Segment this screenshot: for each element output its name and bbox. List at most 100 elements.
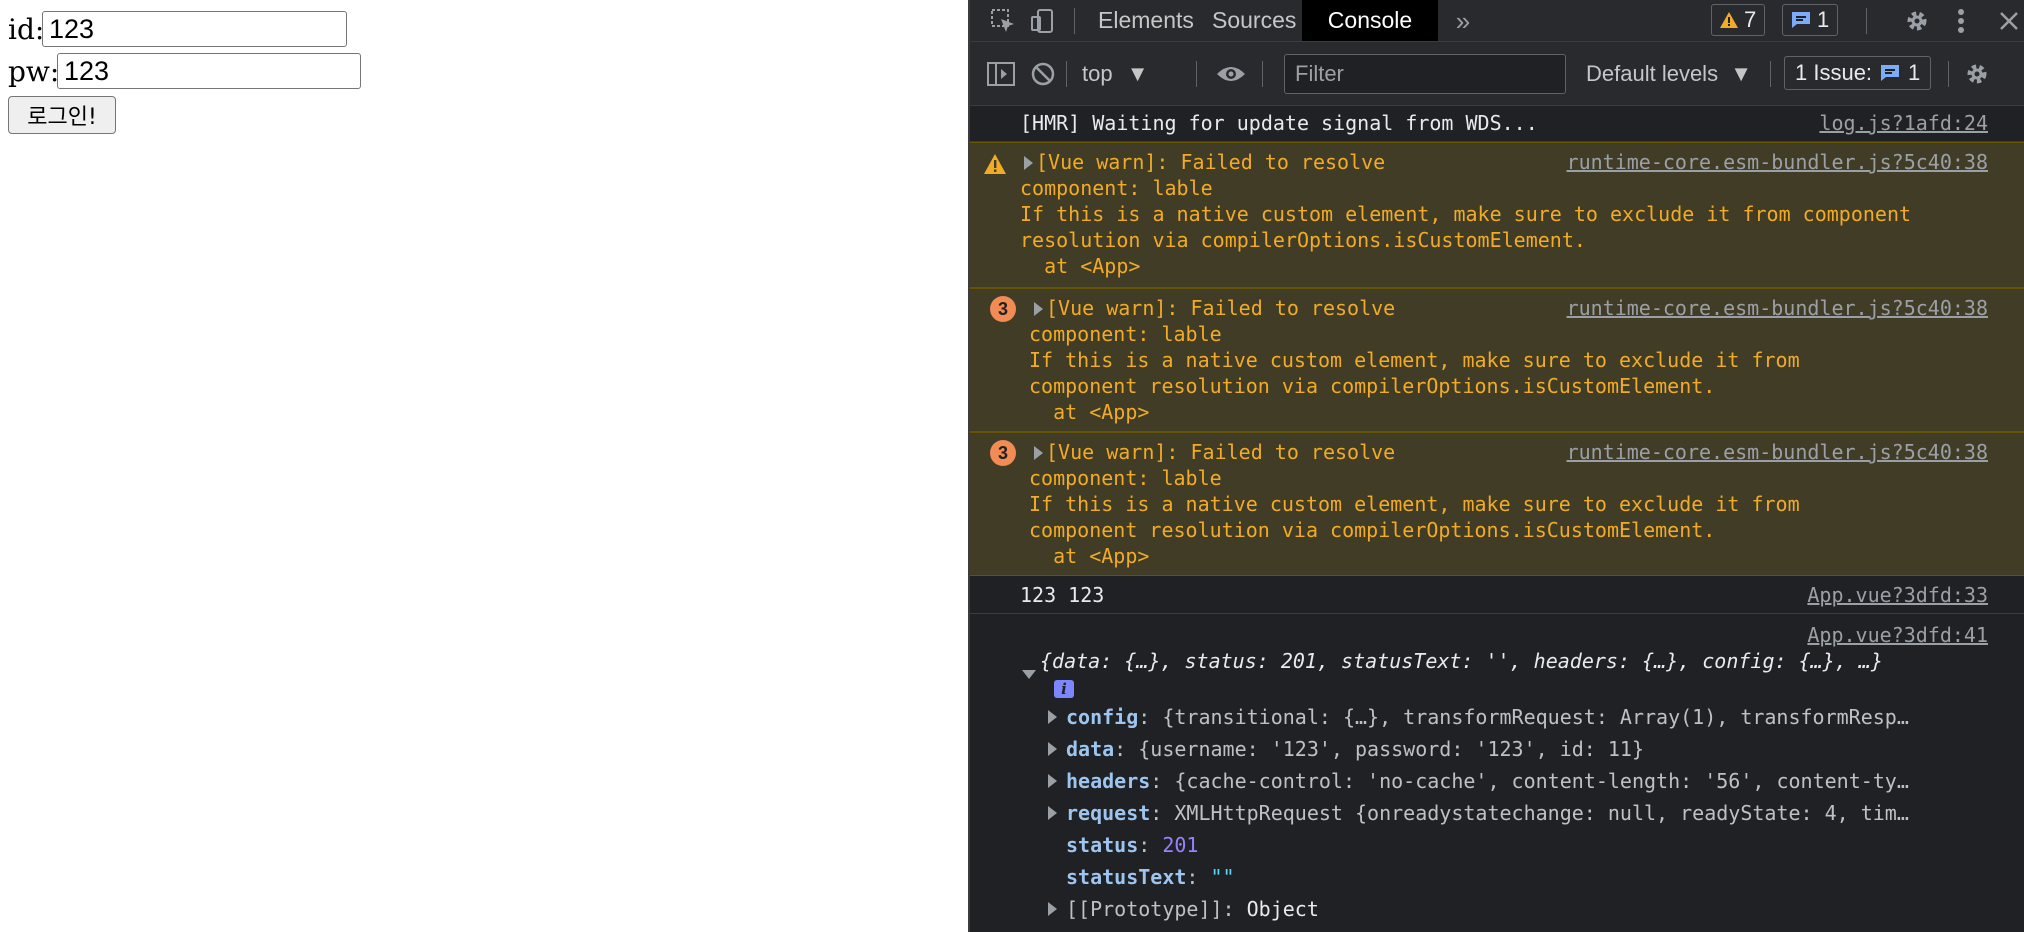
id-input[interactable]	[42, 11, 347, 47]
message-text: [HMR] Waiting for update signal from WDS…	[1020, 111, 1538, 135]
devtools-tabbar: Elements Sources Console » 7 1	[970, 0, 2024, 42]
filter-input[interactable]	[1284, 54, 1566, 94]
context-label: top	[1082, 61, 1113, 86]
object-property: status: 201	[1066, 833, 1199, 857]
eye-icon[interactable]	[1216, 59, 1246, 89]
clear-console-icon[interactable]	[1028, 59, 1058, 89]
warning-icon	[984, 154, 1006, 174]
object-message[interactable]: App.vue?3dfd:41 {data: {…}, status: 201,…	[970, 614, 2024, 932]
source-link[interactable]: runtime-core.esm-bundler.js?5c40:38	[1567, 149, 1988, 175]
property-value: {cache-control: 'no-cache', content-leng…	[1174, 769, 1909, 793]
warnings-count: 7	[1744, 7, 1757, 32]
expand-arrow-icon[interactable]	[1048, 742, 1057, 756]
repeat-count-badge: 3	[990, 296, 1016, 322]
expand-arrow-icon[interactable]	[1048, 710, 1057, 724]
warning-message[interactable]: 3 [Vue warn]: Failed to resolve componen…	[970, 288, 2024, 432]
message-icon	[1881, 65, 1900, 81]
object-property: config: {transitional: {…}, transformReq…	[1066, 705, 1909, 729]
repeat-count-badge: 3	[990, 440, 1016, 466]
console-settings-gear-icon[interactable]	[1962, 59, 1992, 89]
warning-message[interactable]: [Vue warn]: Failed to resolve component:…	[970, 142, 2024, 288]
warning-line: [Vue warn]: Failed to resolve	[1046, 296, 1396, 320]
issues-count: 1	[1908, 60, 1921, 85]
tab-elements[interactable]: Elements	[1082, 0, 1210, 41]
property-key: headers	[1066, 769, 1151, 793]
warning-line: at <App>	[1020, 254, 1141, 278]
object-property: data: {username: '123', password: '123',…	[1066, 737, 1644, 761]
warning-icon	[1720, 12, 1738, 28]
expand-arrow-icon[interactable]	[1034, 302, 1043, 316]
id-label: id:	[8, 13, 45, 46]
property-key: status	[1066, 833, 1139, 857]
object-property: [[Prototype]]: Object	[1066, 897, 1319, 921]
console-message[interactable]: [HMR] Waiting for update signal from WDS…	[970, 106, 2024, 142]
device-toolbar-icon[interactable]	[1028, 6, 1058, 36]
log-levels-dropdown[interactable]: Default levels ▼	[1586, 42, 1752, 106]
warning-line: resolution via compilerOptions.isCustomE…	[1020, 228, 1586, 252]
warning-line: component: lable	[1029, 466, 1222, 490]
property-key: data	[1066, 737, 1115, 761]
warning-line: [Vue warn]: Failed to resolve	[1036, 150, 1386, 174]
expand-arrow-icon[interactable]	[1048, 774, 1057, 788]
info-icon[interactable]: i	[1054, 680, 1074, 698]
object-summary: {data: {…}, status: 201, statusText: '',…	[1040, 649, 1883, 673]
issues-button[interactable]: 1 Issue: 1	[1784, 56, 1932, 90]
warning-line: If this is a native custom element, make…	[1029, 492, 1800, 516]
warning-message[interactable]: 3 [Vue warn]: Failed to resolve componen…	[970, 432, 2024, 576]
console-messages: [HMR] Waiting for update signal from WDS…	[970, 106, 2024, 932]
app-page: id: pw: 로그인!	[0, 0, 968, 932]
object-property: request: XMLHttpRequest {onreadystatecha…	[1066, 801, 1909, 825]
property-value: Object	[1246, 897, 1319, 921]
warning-line: component: lable	[1020, 176, 1213, 200]
expand-arrow-icon[interactable]	[1034, 446, 1043, 460]
warnings-badge[interactable]: 7	[1711, 4, 1766, 36]
source-link[interactable]: runtime-core.esm-bundler.js?5c40:38	[1567, 439, 1988, 465]
double-chevron-icon[interactable]: »	[1448, 6, 1478, 36]
login-button[interactable]: 로그인!	[8, 96, 116, 134]
devtools-panel: Elements Sources Console » 7 1 top ▼ Fil…	[968, 0, 2024, 932]
message-icon	[1792, 12, 1810, 28]
inspect-element-icon[interactable]	[988, 6, 1018, 36]
kebab-menu-icon[interactable]	[1946, 6, 1976, 36]
expand-arrow-icon[interactable]	[1048, 902, 1057, 916]
tab-sources[interactable]: Sources	[1196, 0, 1312, 41]
console-toolbar: top ▼ Default levels ▼ 1 Issue: 1	[970, 42, 2024, 106]
close-icon[interactable]	[1994, 6, 2024, 36]
warning-line: If this is a native custom element, make…	[1020, 202, 1912, 226]
issues-label: 1 Issue:	[1795, 60, 1873, 85]
source-link[interactable]: log.js?1afd:24	[1819, 110, 1988, 136]
property-value: {transitional: {…}, transformRequest: Ar…	[1162, 705, 1909, 729]
dropdown-arrow-icon: ▼	[1730, 61, 1752, 86]
collapse-arrow-icon[interactable]	[1022, 670, 1036, 679]
context-selector[interactable]: top ▼	[1082, 42, 1149, 106]
source-link[interactable]: App.vue?3dfd:41	[1807, 622, 1988, 648]
source-link[interactable]: App.vue?3dfd:33	[1807, 582, 1988, 608]
warning-line: at <App>	[1029, 544, 1150, 568]
property-value: {username: '123', password: '123', id: 1…	[1138, 737, 1644, 761]
pw-label: pw:	[8, 55, 60, 88]
property-key: [[Prototype]]	[1066, 897, 1223, 921]
gear-icon[interactable]	[1902, 6, 1932, 36]
messages-count: 1	[1817, 7, 1830, 32]
pw-row: pw:	[8, 52, 59, 92]
property-value: XMLHttpRequest {onreadystatechange: null…	[1174, 801, 1909, 825]
object-property: headers: {cache-control: 'no-cache', con…	[1066, 769, 1909, 793]
console-message[interactable]: 123 123 App.vue?3dfd:33	[970, 576, 2024, 614]
source-link[interactable]: runtime-core.esm-bundler.js?5c40:38	[1567, 295, 1988, 321]
dropdown-arrow-icon: ▼	[1126, 61, 1149, 86]
property-key: statusText	[1066, 865, 1187, 889]
expand-arrow-icon[interactable]	[1048, 806, 1057, 820]
object-property: statusText: ""	[1066, 865, 1235, 889]
message-text: 123 123	[1020, 583, 1105, 607]
tab-console[interactable]: Console	[1302, 0, 1438, 41]
expand-arrow-icon[interactable]	[1024, 156, 1033, 170]
pw-input[interactable]	[57, 53, 361, 89]
warning-line: If this is a native custom element, make…	[1029, 348, 1800, 372]
warning-line: component resolution via compilerOptions…	[1029, 518, 1716, 542]
warning-line: [Vue warn]: Failed to resolve	[1046, 440, 1396, 464]
property-value: ""	[1210, 865, 1235, 889]
warning-line: at <App>	[1029, 400, 1150, 424]
messages-badge[interactable]: 1	[1782, 4, 1839, 36]
warning-line: component: lable	[1029, 322, 1222, 346]
sidebar-toggle-icon[interactable]	[986, 59, 1016, 89]
